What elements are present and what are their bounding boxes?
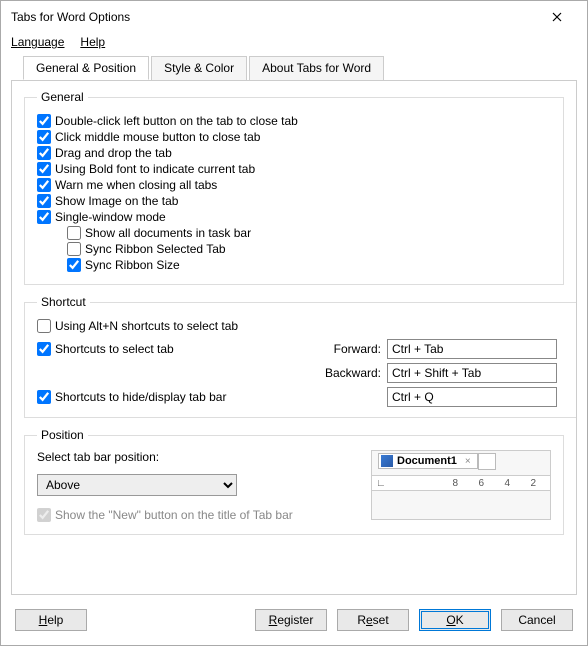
tab-general-position[interactable]: General & Position	[23, 56, 149, 80]
group-general-legend: General	[37, 90, 88, 104]
chk-middleclick-close[interactable]	[37, 130, 51, 144]
window-title: Tabs for Word Options	[11, 10, 130, 24]
chk-show-image[interactable]	[37, 194, 51, 208]
titlebar: Tabs for Word Options	[1, 1, 587, 31]
chk-bold-current[interactable]	[37, 162, 51, 176]
combo-position[interactable]: Above	[37, 474, 237, 496]
lbl-single-window: Single-window mode	[55, 210, 166, 224]
lbl-forward: Forward:	[317, 342, 387, 356]
lbl-sync-ribbon-tab: Sync Ribbon Selected Tab	[85, 242, 226, 256]
lbl-altn-shortcut: Using Alt+N shortcuts to select tab	[55, 319, 238, 333]
group-shortcut-legend: Shortcut	[37, 295, 90, 309]
tabpage-general: General Double-click left button on the …	[11, 80, 577, 595]
group-shortcut: Shortcut Using Alt+N shortcuts to select…	[24, 295, 577, 418]
chk-doubleclick-close[interactable]	[37, 114, 51, 128]
chk-show-new	[37, 508, 51, 522]
lbl-middleclick-close: Click middle mouse button to close tab	[55, 130, 260, 144]
lbl-bold-current: Using Bold font to indicate current tab	[55, 162, 255, 176]
input-forward[interactable]	[387, 339, 557, 359]
group-position-legend: Position	[37, 428, 88, 442]
menubar: Language Help	[1, 31, 587, 55]
cancel-button[interactable]: Cancel	[501, 609, 573, 631]
lbl-show-new: Show the "New" button on the title of Ta…	[55, 508, 293, 522]
close-button[interactable]	[537, 7, 577, 27]
lbl-show-image: Show Image on the tab	[55, 194, 178, 208]
lbl-backward: Backward:	[317, 366, 387, 380]
chk-shortcuts-hide[interactable]	[37, 390, 51, 404]
word-icon	[381, 455, 393, 467]
preview-tab: Document1 ×	[378, 453, 478, 469]
lbl-shortcuts-hide: Shortcuts to hide/display tab bar	[55, 390, 226, 404]
tab-style-color[interactable]: Style & Color	[151, 56, 247, 80]
chk-single-window[interactable]	[37, 210, 51, 224]
chk-sync-ribbon-size[interactable]	[67, 258, 81, 272]
register-button[interactable]: Register	[255, 609, 327, 631]
chk-sync-ribbon-tab[interactable]	[67, 242, 81, 256]
ruler-l-icon: ∟	[376, 478, 386, 489]
lbl-doubleclick-close: Double-click left button on the tab to c…	[55, 114, 298, 128]
ok-button[interactable]: OK	[419, 609, 491, 631]
preview-new-tab	[478, 453, 496, 470]
group-position: Position Select tab bar position: Above …	[24, 428, 564, 535]
lbl-shortcuts-select: Shortcuts to select tab	[55, 342, 174, 356]
menu-help[interactable]: Help	[80, 35, 105, 49]
lbl-show-all-taskbar: Show all documents in task bar	[85, 226, 251, 240]
preview-tab-close-icon: ×	[465, 456, 471, 467]
lbl-drag-drop: Drag and drop the tab	[55, 146, 172, 160]
group-general: General Double-click left button on the …	[24, 90, 564, 285]
close-icon	[552, 12, 562, 22]
reset-button[interactable]: Reset	[337, 609, 409, 631]
chk-shortcuts-select[interactable]	[37, 342, 51, 356]
chk-warn-close-all[interactable]	[37, 178, 51, 192]
input-backward[interactable]	[387, 363, 557, 383]
menu-language[interactable]: Language	[11, 35, 64, 49]
options-dialog: Tabs for Word Options Language Help Gene…	[0, 0, 588, 646]
lbl-sync-ribbon-size: Sync Ribbon Size	[85, 258, 180, 272]
help-button[interactable]: Help	[15, 609, 87, 631]
preview-ruler: ∟ 8 6 4 2	[372, 475, 550, 491]
lbl-select-position: Select tab bar position:	[37, 450, 357, 464]
chk-show-all-taskbar[interactable]	[67, 226, 81, 240]
preview-tab-label: Document1	[397, 455, 457, 467]
chk-drag-drop[interactable]	[37, 146, 51, 160]
tab-about[interactable]: About Tabs for Word	[249, 56, 384, 80]
lbl-warn-close-all: Warn me when closing all tabs	[55, 178, 217, 192]
chk-altn-shortcut[interactable]	[37, 319, 51, 333]
input-hide[interactable]	[387, 387, 557, 407]
button-bar: Help Register Reset OK Cancel	[1, 603, 587, 645]
tabstrip: General & Position Style & Color About T…	[11, 56, 577, 81]
position-preview: Document1 × ∟ 8 6 4 2	[371, 450, 551, 520]
